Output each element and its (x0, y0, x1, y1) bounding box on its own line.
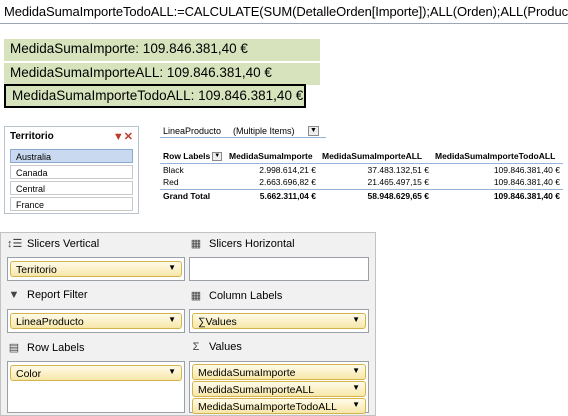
slicers-horizontal-dropzone[interactable] (189, 257, 369, 281)
chip-label: MedidaSumaImporteTodoALL (198, 401, 337, 413)
table-cell: 58.948.629,65 € (319, 188, 432, 202)
field-chip-lineaproducto[interactable]: LineaProducto ▼ (10, 313, 182, 329)
chip-label: LineaProducto (16, 316, 84, 328)
table-cell: 109.846.381,40 € (432, 188, 563, 202)
table-cell: 109.846.381,40 € (493, 164, 560, 175)
measure-card-suma-importe-all: MedidaSumaImporteALL: 109.846.381,40 € (4, 63, 320, 85)
report-filter-value: (Multiple Items) (233, 125, 295, 136)
area-label: Column Labels (209, 289, 283, 302)
chip-label: MedidaSumaImporte (198, 367, 296, 379)
area-label: Report Filter (27, 289, 88, 301)
pivot-table: Row Labels ▼ MedidaSumaImporte MedidaSuma… (160, 150, 563, 202)
column-labels-title: ▦ Column Labels (189, 289, 283, 303)
values-dropzone[interactable]: MedidaSumaImporte ▼ MedidaSumaImporteALL… (189, 361, 369, 414)
area-label: Row Labels (27, 341, 85, 354)
table-row: Black 2.998.614,21 € 37.483.132,51 € 109… (160, 163, 563, 176)
slicers-horizontal-icon: ▦ (190, 238, 202, 250)
row-label: Black (163, 164, 184, 175)
slicer-header: Territorio ▼✕ (5, 127, 138, 147)
pivot-field-list: ↕☰ Slicers Vertical Territorio ▼ ▦ Slice… (0, 232, 376, 416)
area-label: Slicers Vertical (27, 237, 100, 250)
row-grid-icon: ▤ (8, 342, 20, 354)
slicers-horizontal-title: ▦ Slicers Horizontal (189, 237, 295, 251)
chevron-down-icon[interactable]: ▼ (168, 367, 176, 376)
slicers-vertical-area: ↕☰ Slicers Vertical Territorio ▼ (7, 237, 185, 281)
chevron-down-icon[interactable]: ▼ (168, 263, 176, 272)
slicer-item-france[interactable]: France (10, 197, 133, 211)
row-label: Red (163, 177, 179, 188)
chevron-down-icon[interactable]: ▼ (352, 400, 360, 409)
column-labels-area: ▦ Column Labels ∑Values ▼ (189, 289, 369, 333)
chevron-down-icon[interactable]: ▼ (352, 366, 360, 375)
chip-label: MedidaSumaImporteALL (198, 384, 315, 396)
column-grid-icon: ▦ (190, 290, 202, 302)
slicers-vertical-title: ↕☰ Slicers Vertical (7, 237, 100, 251)
formula-bar[interactable]: MedidaSumaImporteTodoALL:=CALCULATE(SUM(… (0, 0, 568, 24)
slicers-vertical-dropzone[interactable]: Territorio ▼ (7, 257, 185, 281)
table-cell: 5.662.311,04 € (226, 188, 319, 202)
grand-total-row: Grand Total 5.662.311,04 € 58.948.629,65… (160, 188, 563, 202)
slicers-horizontal-area: ▦ Slicers Horizontal (189, 237, 369, 281)
column-header-suma-importe-todo-all: MedidaSumaImporteTodoALL (432, 150, 563, 164)
pivot-report-filter: LineaProducto (Multiple Items) ▼ (160, 124, 326, 138)
chip-label: ∑Values (198, 316, 237, 328)
row-labels-dropzone[interactable]: Color ▼ (7, 361, 185, 413)
column-header-suma-importe-all: MedidaSumaImporteALL (319, 150, 432, 164)
slicer-item-canada[interactable]: Canada (10, 165, 133, 179)
formula-text[interactable]: MedidaSumaImporteTodoALL:=CALCULATE(SUM(… (4, 4, 568, 19)
table-cell: 2.998.614,21 € (259, 164, 316, 175)
slicer-item-australia[interactable]: Australia (10, 149, 133, 163)
grand-total-label: Grand Total (160, 188, 226, 202)
field-chip-territorio[interactable]: Territorio ▼ (10, 261, 182, 277)
table-cell: 2.663.696,82 € (259, 177, 316, 188)
clear-filter-icon[interactable]: ▼✕ (113, 130, 133, 143)
slicer-title: Territorio (10, 131, 54, 142)
area-label: Values (209, 341, 242, 353)
report-filter-area: ▼ Report Filter LineaProducto ▼ (7, 289, 185, 333)
chip-label: Territorio (16, 264, 57, 276)
row-labels-area: ▤ Row Labels Color ▼ (7, 341, 185, 413)
row-labels-text: Row Labels (163, 151, 211, 162)
column-labels-dropzone[interactable]: ∑Values ▼ (189, 309, 369, 333)
report-filter-title: ▼ Report Filter (7, 289, 88, 301)
sigma-icon: Σ (192, 341, 200, 353)
values-area: Σ Values MedidaSumaImporte ▼ MedidaSumaI… (189, 341, 369, 414)
field-chip-values[interactable]: ∑Values ▼ (192, 313, 366, 329)
pivot-header-row: Row Labels ▼ MedidaSumaImporte MedidaSuma… (160, 150, 563, 164)
chip-label: Color (16, 368, 42, 380)
funnel-icon: ▼ (8, 289, 20, 301)
slicer-item-central[interactable]: Central (10, 181, 133, 195)
chevron-down-icon[interactable]: ▼ (168, 315, 176, 324)
measure-card-suma-importe: MedidaSumaImporte: 109.846.381,40 € (4, 39, 320, 61)
territorio-slicer: Territorio ▼✕ Australia Canada Central F… (4, 126, 139, 214)
field-chip-medida-suma-importe-todo-all[interactable]: MedidaSumaImporteTodoALL ▼ (192, 398, 366, 414)
values-title: Σ Values (189, 341, 242, 353)
table-row: Red 2.663.696,82 € 21.465.497,15 € 109.8… (160, 176, 563, 189)
chevron-down-icon[interactable]: ▼ (352, 383, 360, 392)
column-header-suma-importe: MedidaSumaImporte (226, 150, 319, 164)
field-chip-medida-suma-importe-all[interactable]: MedidaSumaImporteALL ▼ (192, 381, 366, 397)
measure-card-suma-importe-todo-all: MedidaSumaImporteTodoALL: 109.846.381,40… (4, 84, 306, 108)
filter-dropdown-icon[interactable]: ▼ (308, 125, 319, 136)
area-label: Slicers Horizontal (209, 237, 295, 250)
slicers-vertical-icon: ↕☰ (7, 238, 23, 250)
row-labels-filter-icon[interactable]: ▼ (212, 152, 223, 162)
row-labels-title: ▤ Row Labels (7, 341, 85, 355)
table-cell: 21.465.497,15 € (367, 177, 429, 188)
row-labels-header: Row Labels ▼ (160, 150, 226, 164)
report-filter-dropzone[interactable]: LineaProducto ▼ (7, 309, 185, 333)
table-cell: 37.483.132,51 € (367, 164, 429, 175)
field-chip-color[interactable]: Color ▼ (10, 365, 182, 381)
field-chip-medida-suma-importe[interactable]: MedidaSumaImporte ▼ (192, 364, 366, 380)
report-filter-label: LineaProducto (163, 125, 222, 136)
table-cell: 109.846.381,40 € (493, 177, 560, 188)
chevron-down-icon[interactable]: ▼ (352, 315, 360, 324)
